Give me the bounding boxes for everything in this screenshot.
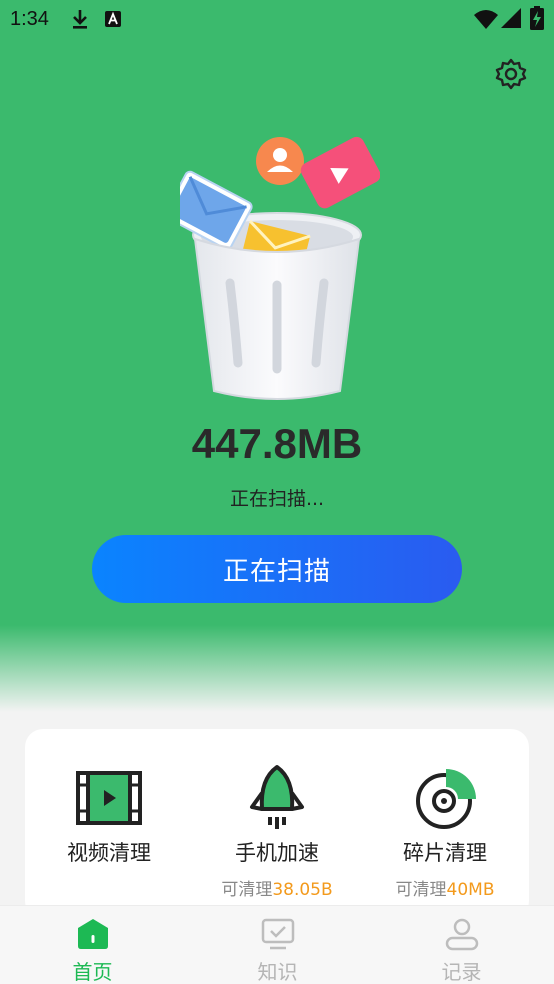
tool-phone-speedup[interactable]: 手机加速 可清理38.05B	[193, 729, 361, 919]
fragment-amount: 40MB	[446, 880, 495, 900]
tool-video-clean-label: 视频清理	[67, 841, 151, 865]
nav-home[interactable]: 首页	[0, 906, 185, 984]
tool-fragment-clean-label: 碎片清理	[403, 841, 487, 865]
status-bar: 1:34	[0, 0, 554, 38]
home-icon	[77, 919, 108, 949]
nav-knowledge[interactable]: 知识	[185, 906, 370, 984]
a-notification-icon	[105, 11, 121, 27]
video-icon	[76, 771, 142, 825]
scan-button[interactable]: 正在扫描	[92, 535, 462, 603]
scan-status-text: 正在扫描...	[229, 488, 325, 510]
records-icon	[445, 918, 478, 951]
download-icon	[73, 10, 87, 29]
trash-can-illustration	[180, 136, 380, 400]
status-time: 1:34	[10, 8, 49, 30]
signal-icon	[501, 8, 521, 28]
tool-video-clean[interactable]: 视频清理	[25, 729, 193, 919]
gear-icon[interactable]	[493, 56, 529, 92]
nav-home-label: 首页	[72, 960, 113, 984]
knowledge-icon	[261, 918, 294, 950]
disk-icon	[416, 769, 476, 829]
scanned-size: 447.8MB	[191, 420, 363, 467]
tools-card: 视频清理 手机加速 可清理38.05B 碎片清理 可清理40MB	[25, 729, 529, 919]
bottom-nav: 首页 知识 记录	[0, 905, 554, 984]
speedup-amount: 38.05B	[272, 880, 333, 900]
tool-phone-speedup-label: 手机加速	[235, 841, 319, 865]
nav-records[interactable]: 记录	[369, 906, 554, 984]
nav-records-label: 记录	[441, 960, 482, 984]
tool-fragment-clean-sub: 可清理40MB	[395, 880, 495, 900]
tool-fragment-clean[interactable]: 碎片清理 可清理40MB	[361, 729, 529, 919]
wifi-icon	[474, 10, 498, 29]
battery-charging-icon	[530, 6, 544, 30]
nav-knowledge-label: 知识	[257, 960, 298, 984]
rocket-icon	[250, 765, 304, 829]
tool-phone-speedup-sub: 可清理38.05B	[221, 880, 333, 900]
